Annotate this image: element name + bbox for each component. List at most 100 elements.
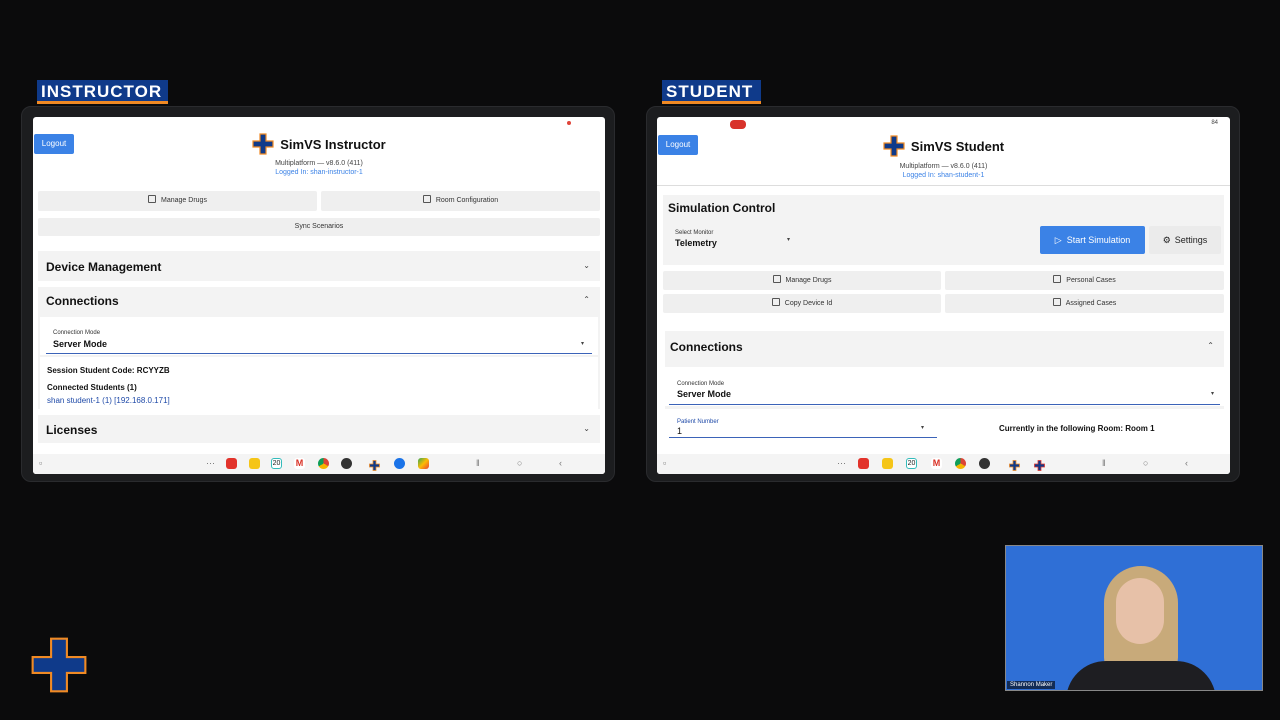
- chevron-up-icon[interactable]: ⌃: [583, 295, 590, 304]
- manage-drugs-button[interactable]: Manage Drugs: [663, 271, 941, 290]
- field-underline: [669, 404, 1220, 405]
- manage-drugs-button[interactable]: Manage Drugs: [38, 191, 317, 211]
- files-icon[interactable]: [249, 458, 260, 469]
- assigned-cases-button[interactable]: Assigned Cases: [945, 294, 1224, 313]
- dropdown-arrow-icon: ▾: [580, 341, 584, 347]
- device-management-title: Device Management: [46, 260, 162, 274]
- battery-indicator: 84: [1211, 120, 1218, 126]
- current-room-text: Currently in the following Room: Room 1: [999, 424, 1155, 433]
- flipboard-icon[interactable]: [858, 458, 869, 469]
- connected-student-entry[interactable]: shan student-1 (1) [192.168.0.171]: [47, 396, 170, 405]
- version-text: Multiplatform — v8.6.0 (411): [275, 160, 363, 167]
- instructor-screen: Logout SimVS Instructor Multiplatform — …: [33, 117, 605, 474]
- simvs-logo-icon: [883, 135, 905, 157]
- header-divider: [657, 185, 1230, 186]
- field-underline: [46, 353, 592, 354]
- connection-mode-select[interactable]: Connection Mode Server Mode ▾: [665, 367, 1224, 406]
- manage-drugs-label: Manage Drugs: [785, 277, 832, 284]
- simvs-logo-icon: [252, 133, 274, 155]
- recents-icon[interactable]: ‖: [1102, 458, 1106, 468]
- chevron-down-icon[interactable]: ⌄: [583, 261, 590, 270]
- personal-cases-button[interactable]: Personal Cases: [945, 271, 1224, 290]
- back-icon[interactable]: ‹: [559, 458, 562, 468]
- select-monitor-value[interactable]: Telemetry: [675, 238, 717, 248]
- simulation-control-section: Simulation Control Select Monitor Teleme…: [663, 195, 1224, 265]
- calendar-icon[interactable]: 20: [906, 458, 917, 469]
- presenter-face: [1116, 578, 1164, 644]
- start-simulation-button[interactable]: ▷ Start Simulation: [1040, 226, 1145, 254]
- gear-icon: ⚙: [1162, 235, 1171, 245]
- home-icon[interactable]: ○: [1143, 458, 1148, 468]
- connection-mode-label: Connection Mode: [53, 330, 101, 336]
- app-header: SimVS Instructor: [33, 133, 605, 155]
- select-monitor-label: Select Monitor: [675, 230, 714, 236]
- room-configuration-button[interactable]: Room Configuration: [321, 191, 600, 211]
- checkbox-icon: [1052, 298, 1061, 306]
- android-taskbar: ▫ ⋯ 20 M ‖ ○ ‹: [657, 454, 1230, 474]
- student-screen: 84 Logout SimVS Student Multiplatform — …: [657, 117, 1230, 474]
- connections-title: Connections: [46, 294, 119, 308]
- licenses-title: Licenses: [46, 423, 98, 437]
- logged-in-text: Logged In: shan-student-1: [902, 172, 985, 179]
- status-indicator-icon: [567, 121, 571, 125]
- copy-device-id-label: Copy Device Id: [784, 300, 833, 307]
- dropdown-arrow-icon[interactable]: ▾: [921, 424, 924, 431]
- connection-mode-label: Connection Mode: [677, 381, 725, 387]
- version-text: Multiplatform — v8.6.0 (411): [899, 163, 988, 170]
- gmail-icon[interactable]: M: [294, 458, 305, 469]
- chrome-icon[interactable]: [318, 458, 329, 469]
- simvs-brand-logo-icon: [30, 636, 88, 694]
- licenses-section[interactable]: Licenses ⌄: [38, 415, 600, 443]
- android-taskbar: ▫ ⋯ 20 M ‖ ○ ‹: [33, 454, 605, 474]
- simvs-app-icon[interactable]: [1009, 458, 1020, 471]
- play-icon: ▷: [1054, 235, 1062, 245]
- copy-icon: [771, 298, 780, 306]
- app-header: SimVS Student: [657, 135, 1230, 157]
- patient-number-value[interactable]: 1: [677, 426, 682, 436]
- assigned-cases-label: Assigned Cases: [1065, 300, 1117, 307]
- app-drawer-icon[interactable]: ⋯: [837, 458, 846, 469]
- webcam-name-tag: Shannon Maker: [1007, 681, 1056, 689]
- camera-icon[interactable]: [979, 458, 990, 469]
- room-configuration-label: Room Configuration: [435, 197, 499, 204]
- copy-device-id-button[interactable]: Copy Device Id: [663, 294, 941, 313]
- instructor-label: INSTRUCTOR: [37, 80, 168, 104]
- keyboard-icon[interactable]: ▫: [39, 458, 42, 468]
- play-store-icon[interactable]: [418, 458, 429, 469]
- patient-row: Patient Number 1 ▾ Currently in the foll…: [665, 409, 1224, 456]
- camera-icon[interactable]: [341, 458, 352, 469]
- student-label: STUDENT: [662, 80, 761, 104]
- chrome-icon[interactable]: [955, 458, 966, 469]
- pill-bottle-icon: [772, 275, 781, 283]
- gmail-icon[interactable]: M: [931, 458, 942, 469]
- connections-section: Connections ⌃ Connection Mode Server Mod…: [665, 331, 1224, 456]
- simvs-student-app-icon[interactable]: [1034, 458, 1045, 471]
- device-management-section[interactable]: Device Management ⌄: [38, 251, 600, 281]
- app-title: SimVS Instructor: [280, 136, 386, 152]
- flipboard-icon[interactable]: [226, 458, 237, 469]
- chevron-down-icon[interactable]: ⌄: [583, 424, 590, 433]
- logged-in-text: Logged In: shan-instructor-1: [275, 169, 363, 176]
- simvs-app-icon[interactable]: [369, 458, 380, 471]
- connection-mode-select[interactable]: Connection Mode Server Mode ▾: [40, 317, 598, 355]
- messages-icon[interactable]: [394, 458, 405, 469]
- app-drawer-icon[interactable]: ⋯: [206, 458, 215, 469]
- home-icon[interactable]: ○: [517, 458, 522, 468]
- recents-icon[interactable]: ‖: [476, 458, 480, 468]
- dropdown-arrow-icon[interactable]: ▾: [787, 236, 790, 243]
- app-title: SimVS Student: [910, 138, 1005, 154]
- calendar-icon[interactable]: 20: [271, 458, 282, 469]
- settings-button[interactable]: ⚙ Settings: [1149, 226, 1221, 254]
- connected-students-title: Connected Students (1): [47, 383, 137, 392]
- start-simulation-label: Start Simulation: [1066, 235, 1131, 245]
- webcam-video: Shannon Maker: [1005, 545, 1263, 691]
- keyboard-icon[interactable]: ▫: [663, 458, 666, 468]
- notification-icon: [730, 120, 746, 129]
- back-icon[interactable]: ‹: [1185, 458, 1188, 468]
- sync-scenarios-button[interactable]: Sync Scenarios: [38, 218, 600, 236]
- checkbox-icon: [1053, 275, 1062, 283]
- chevron-up-icon[interactable]: ⌃: [1207, 341, 1214, 350]
- field-underline: [669, 437, 937, 438]
- files-icon[interactable]: [882, 458, 893, 469]
- settings-label: Settings: [1174, 235, 1208, 245]
